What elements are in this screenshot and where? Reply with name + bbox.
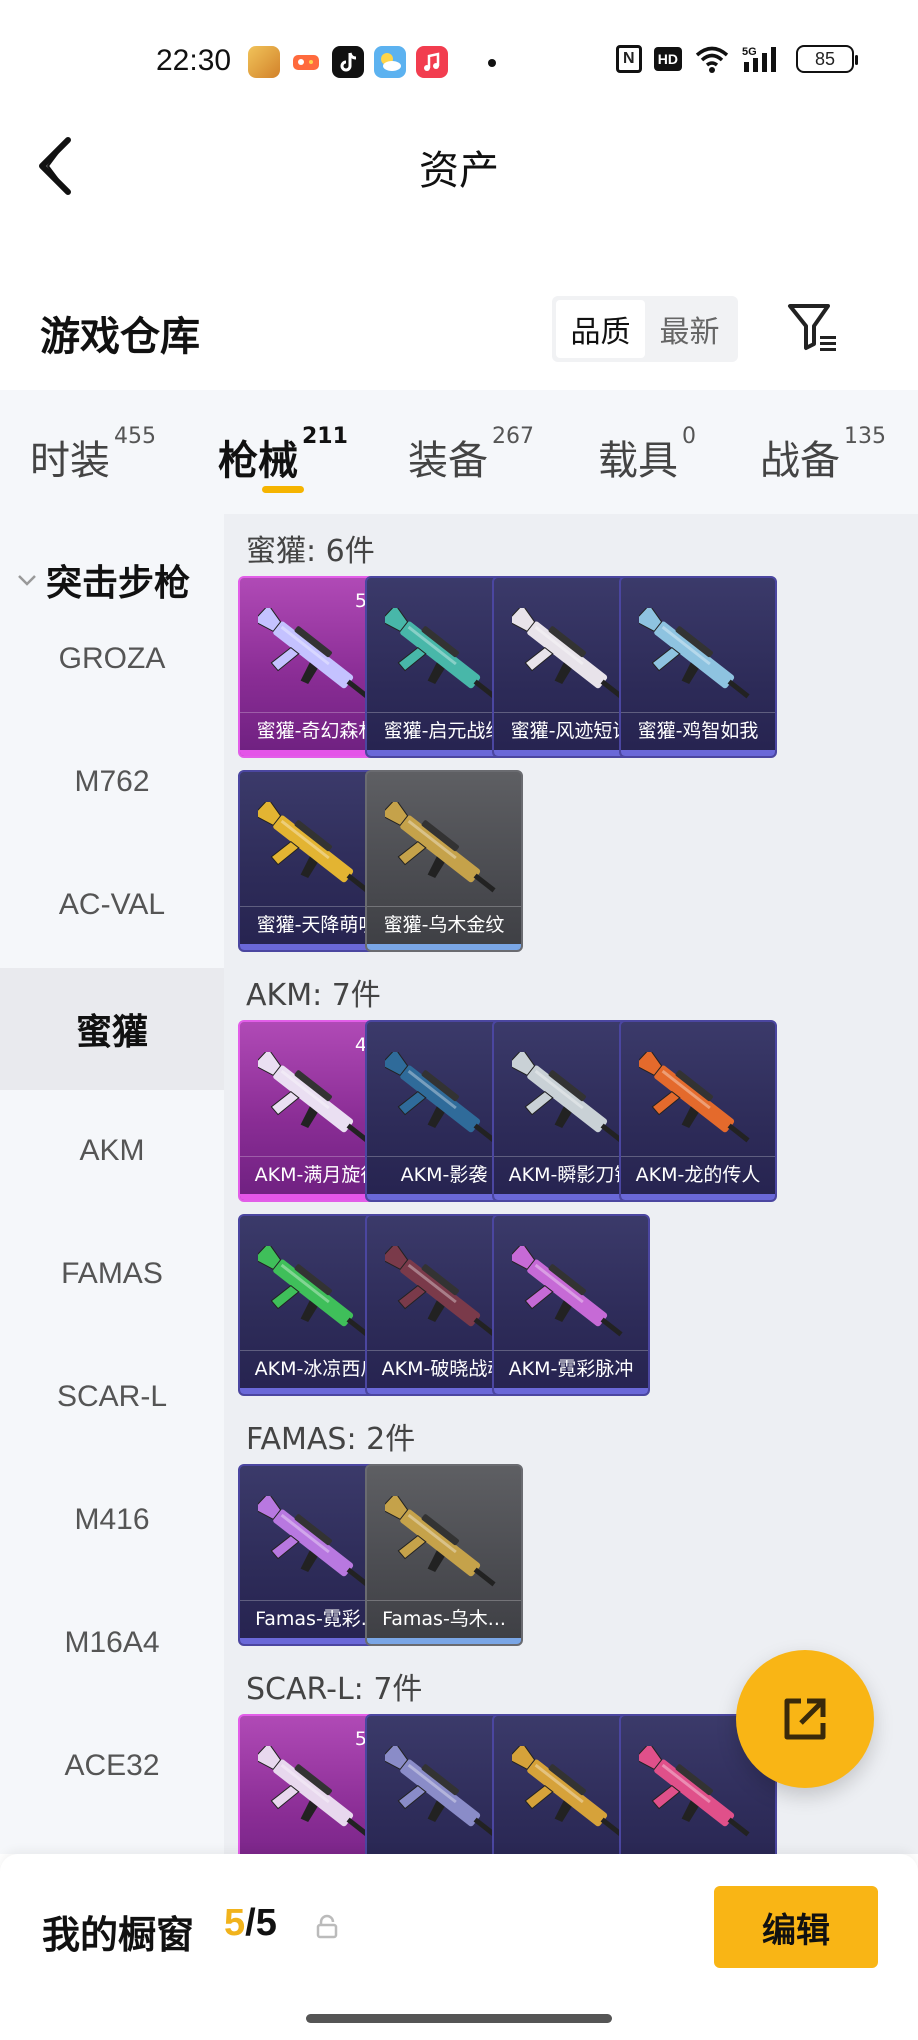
sidebar-item-m762[interactable]: M762 (0, 721, 224, 843)
skin-name: AKM-龙的传人 (621, 1156, 775, 1192)
group-title: SCAR-L: 7件 (246, 1672, 423, 1707)
game-notification-icon (290, 46, 322, 78)
showcase-label: 我的橱窗 (42, 1913, 195, 1957)
status-time: 22:30 (156, 44, 232, 77)
status-bar: 22:30 N HD 5G 85 (0, 36, 918, 86)
tab-count: 135 (844, 424, 886, 449)
skin-card[interactable]: AKM-龙的传人 (619, 1020, 777, 1202)
skin-name: AKM-霓彩脉冲 (494, 1350, 648, 1386)
skin-name: 蜜獾-鸡智如我 (621, 712, 775, 748)
section-title: 游戏仓库 (40, 314, 200, 360)
weapon-sidebar: 突击步枪 GROZA M762 AC-VAL 蜜獾 AKM FAMAS SCAR… (0, 514, 224, 1854)
active-tab-indicator (262, 486, 304, 493)
showcase-count: 5/5 (224, 1902, 277, 1945)
tab-count: 267 (492, 424, 534, 449)
skin-card[interactable]: 蜜獾-鸡智如我 (619, 576, 777, 758)
sort-newest-button[interactable]: 最新 (645, 300, 734, 358)
tab-fashion[interactable]: 时装455 (30, 424, 156, 486)
lock-icon (316, 1914, 338, 1939)
category-tabs: 时装455 枪械211 装备267 载具0 战备135 (0, 390, 918, 514)
tab-label: 装备 (408, 438, 488, 484)
rifle-icon (639, 608, 750, 699)
tab-count: 211 (302, 424, 348, 449)
rifle-icon (258, 802, 369, 893)
rifle-icon (385, 1746, 496, 1837)
group-title: AKM: 7件 (246, 978, 381, 1013)
rifle-icon (385, 802, 496, 893)
share-button[interactable] (736, 1650, 874, 1788)
rifle-icon (639, 1052, 750, 1143)
rifle-icon (385, 1246, 496, 1337)
rifle-icon (512, 608, 623, 699)
signal-5g-icon: 5G (742, 46, 776, 72)
rifle-icon (385, 1496, 496, 1587)
sidebar-item-honey-badger[interactable]: 蜜獾 (0, 968, 224, 1090)
edit-button[interactable]: 编辑 (714, 1886, 878, 1968)
hd-voice-icon: HD (653, 47, 682, 71)
page-title: 资产 (419, 148, 499, 194)
skin-card[interactable]: Famas-乌木... (365, 1464, 523, 1646)
wifi-icon (695, 46, 729, 73)
rifle-icon (512, 1746, 623, 1837)
tab-label: 载具 (598, 438, 678, 484)
status-indicators: N HD 5G 85 (615, 44, 858, 74)
rifle-icon (512, 1052, 623, 1143)
tab-vehicles[interactable]: 载具0 (598, 424, 696, 486)
rifle-icon (385, 1052, 496, 1143)
sidebar-item-m16a4[interactable]: M16A4 (0, 1582, 224, 1704)
sidebar-item-groza[interactable]: GROZA (0, 598, 224, 720)
more-notifications-dot (488, 59, 496, 67)
rifle-icon (639, 1746, 750, 1837)
tab-label: 时装 (30, 438, 110, 484)
group-title: FAMAS: 2件 (246, 1422, 416, 1457)
tab-guns[interactable]: 枪械211 (218, 424, 348, 486)
weather-icon (374, 46, 406, 78)
rifle-icon (258, 1246, 369, 1337)
group-title: 蜜獾: 6件 (246, 534, 375, 569)
tab-label: 战备 (760, 438, 840, 484)
assets-page: 22:30 N HD 5G 85 资产 游戏仓库 品质 最新 时装455 枪械2… (0, 0, 918, 2040)
tab-label: 枪械 (218, 438, 298, 484)
skin-name: Famas-乌木... (367, 1600, 521, 1636)
showcase-current: 5 (224, 1902, 246, 1944)
tab-count: 0 (682, 424, 696, 449)
filter-button[interactable] (784, 300, 840, 356)
rifle-icon (258, 1052, 369, 1143)
chevron-down-icon (18, 575, 36, 586)
nfc-icon: N (615, 45, 642, 73)
page-header: 资产 (0, 120, 918, 208)
sidebar-item-famas[interactable]: FAMAS (0, 1213, 224, 1335)
showcase-total: /5 (245, 1902, 277, 1944)
sort-quality-button[interactable]: 品质 (556, 300, 645, 358)
app-notification-icon (248, 46, 280, 78)
home-indicator[interactable] (306, 2014, 612, 2023)
skin-card[interactable]: AKM-霓彩脉冲 (492, 1214, 650, 1396)
rifle-icon (258, 608, 369, 699)
filter-icon (788, 304, 836, 351)
sidebar-item-akm[interactable]: AKM (0, 1090, 224, 1212)
svg-text:5G: 5G (742, 46, 757, 58)
sidebar-item-scar-l[interactable]: SCAR-L (0, 1336, 224, 1458)
skin-name: 蜜獾-乌木金纹 (367, 906, 521, 942)
sidebar-item-ac-val[interactable]: AC-VAL (0, 844, 224, 966)
tiktok-icon (332, 46, 364, 78)
share-icon (784, 1698, 826, 1740)
music-icon (416, 46, 448, 78)
sidebar-item-m416[interactable]: M416 (0, 1459, 224, 1581)
sort-toggle: 品质 最新 (552, 296, 738, 362)
rifle-icon (512, 1246, 623, 1337)
battery-icon: 85 (796, 45, 858, 73)
rifle-icon (385, 608, 496, 699)
sidebar-item-ace32[interactable]: ACE32 (0, 1705, 224, 1827)
rifle-icon (258, 1496, 369, 1587)
showcase-bar: 我的橱窗 5/5 编辑 (0, 1854, 918, 2040)
rifle-icon (258, 1746, 369, 1837)
tab-count: 455 (114, 424, 156, 449)
skin-card[interactable]: 蜜獾-乌木金纹 (365, 770, 523, 952)
tab-equipment[interactable]: 装备267 (408, 424, 534, 486)
tab-supplies[interactable]: 战备135 (760, 424, 886, 486)
